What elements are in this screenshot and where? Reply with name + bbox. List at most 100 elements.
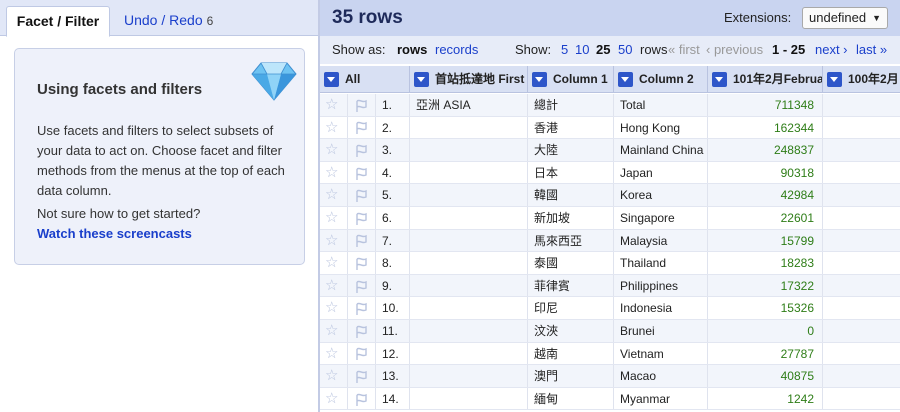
- page-size-10[interactable]: 10: [575, 42, 589, 57]
- cell-column2[interactable]: Hong Kong: [614, 116, 708, 139]
- cell-first[interactable]: [410, 342, 528, 365]
- star-icon[interactable]: ☆: [320, 184, 348, 206]
- cell-feb-2011[interactable]: [823, 139, 900, 161]
- cell-feb-2011[interactable]: [823, 252, 900, 274]
- cell-feb-2011[interactable]: [823, 230, 900, 252]
- cell-first[interactable]: [410, 252, 528, 274]
- cell-column2[interactable]: Vietnam: [614, 342, 708, 365]
- column-menu-icon[interactable]: [414, 72, 429, 88]
- cell-feb-2012[interactable]: 42984: [708, 184, 823, 206]
- cell-column1[interactable]: 汶浹: [528, 320, 614, 342]
- cell-feb-2011[interactable]: [823, 162, 900, 184]
- star-icon[interactable]: ☆: [320, 207, 348, 229]
- flag-icon[interactable]: [348, 161, 376, 184]
- cell-column2[interactable]: Philippines: [614, 274, 708, 297]
- cell-column2[interactable]: Korea: [614, 184, 708, 206]
- page-size-25[interactable]: 25: [596, 42, 610, 57]
- column-menu-icon[interactable]: [618, 72, 633, 88]
- cell-first[interactable]: [410, 116, 528, 139]
- column-header-all[interactable]: All: [320, 66, 410, 93]
- cell-first[interactable]: 亞洲 ASIA: [410, 94, 528, 116]
- flag-icon[interactable]: [348, 184, 376, 206]
- cell-first[interactable]: [410, 139, 528, 161]
- star-icon[interactable]: ☆: [320, 320, 348, 342]
- cell-feb-2012[interactable]: 711348: [708, 94, 823, 116]
- flag-icon[interactable]: [348, 274, 376, 297]
- star-icon[interactable]: ☆: [320, 342, 348, 365]
- cell-feb-2012[interactable]: 1242: [708, 387, 823, 410]
- flag-icon[interactable]: [348, 94, 376, 116]
- star-icon[interactable]: ☆: [320, 252, 348, 274]
- first-page-link[interactable]: « first: [668, 42, 700, 57]
- cell-column1[interactable]: 日本: [528, 161, 614, 184]
- cell-column1[interactable]: 越南: [528, 342, 614, 365]
- cell-feb-2011[interactable]: [823, 184, 900, 206]
- flag-icon[interactable]: [348, 229, 376, 252]
- column-menu-icon[interactable]: [324, 72, 339, 88]
- cell-feb-2011[interactable]: [823, 320, 900, 342]
- page-size-5[interactable]: 5: [561, 42, 568, 57]
- cell-column2[interactable]: Singapore: [614, 207, 708, 229]
- star-icon[interactable]: ☆: [320, 229, 348, 252]
- cell-column1[interactable]: 總計: [528, 94, 614, 116]
- cell-column1[interactable]: 澳門: [528, 365, 614, 387]
- star-icon[interactable]: ☆: [320, 297, 348, 319]
- star-icon[interactable]: ☆: [320, 139, 348, 161]
- star-icon[interactable]: ☆: [320, 365, 348, 387]
- cell-feb-2011[interactable]: [823, 365, 900, 387]
- cell-column2[interactable]: Indonesia: [614, 297, 708, 319]
- cell-column2[interactable]: Brunei: [614, 320, 708, 342]
- cell-column1[interactable]: 菲律賓: [528, 274, 614, 297]
- cell-feb-2012[interactable]: 90318: [708, 161, 823, 184]
- watch-screencasts-link[interactable]: Watch these screencasts: [37, 226, 192, 241]
- cell-feb-2012[interactable]: 40875: [708, 365, 823, 387]
- cell-first[interactable]: [410, 365, 528, 387]
- previous-page-link[interactable]: ‹ previous: [706, 42, 763, 57]
- star-icon[interactable]: ☆: [320, 116, 348, 139]
- cell-first[interactable]: [410, 184, 528, 206]
- column-header-column1[interactable]: Column 1: [528, 66, 614, 93]
- cell-feb-2011[interactable]: [823, 117, 900, 139]
- flag-icon[interactable]: [348, 320, 376, 342]
- cell-feb-2012[interactable]: 27787: [708, 342, 823, 365]
- cell-column1[interactable]: 新加坡: [528, 207, 614, 229]
- cell-column2[interactable]: Thailand: [614, 252, 708, 274]
- flag-icon[interactable]: [348, 365, 376, 387]
- column-menu-icon[interactable]: [827, 72, 842, 88]
- star-icon[interactable]: ☆: [320, 161, 348, 184]
- cell-column2[interactable]: Total: [614, 94, 708, 116]
- extensions-dropdown[interactable]: undefined ▼: [802, 7, 888, 29]
- cell-column2[interactable]: Myanmar: [614, 387, 708, 410]
- column-header-first[interactable]: 首站抵達地 First: [410, 66, 528, 93]
- cell-first[interactable]: [410, 387, 528, 410]
- cell-column1[interactable]: 香港: [528, 116, 614, 139]
- last-page-link[interactable]: last »: [856, 42, 887, 57]
- cell-first[interactable]: [410, 161, 528, 184]
- flag-icon[interactable]: [348, 387, 376, 410]
- cell-first[interactable]: [410, 207, 528, 229]
- column-header-feb-2011[interactable]: 100年2月: [823, 66, 900, 93]
- cell-feb-2012[interactable]: 248837: [708, 139, 823, 161]
- cell-column2[interactable]: Japan: [614, 161, 708, 184]
- mode-records-link[interactable]: records: [435, 42, 478, 57]
- page-size-50[interactable]: 50: [618, 42, 632, 57]
- cell-feb-2012[interactable]: 17322: [708, 274, 823, 297]
- cell-feb-2011[interactable]: [823, 275, 900, 297]
- flag-icon[interactable]: [348, 139, 376, 161]
- cell-column1[interactable]: 緬甸: [528, 387, 614, 410]
- cell-feb-2012[interactable]: 15326: [708, 297, 823, 319]
- cell-feb-2012[interactable]: 15799: [708, 229, 823, 252]
- column-header-feb-2012[interactable]: 101年2月February: [708, 66, 823, 93]
- column-header-column2[interactable]: Column 2: [614, 66, 708, 93]
- cell-feb-2011[interactable]: [823, 343, 900, 365]
- cell-column2[interactable]: Mainland China: [614, 139, 708, 161]
- column-menu-icon[interactable]: [532, 72, 547, 88]
- cell-column1[interactable]: 印尼: [528, 297, 614, 319]
- tab-undo-redo[interactable]: Undo / Redo 6: [116, 6, 221, 36]
- cell-column1[interactable]: 泰國: [528, 252, 614, 274]
- cell-column1[interactable]: 馬來西亞: [528, 229, 614, 252]
- cell-first[interactable]: [410, 229, 528, 252]
- star-icon[interactable]: ☆: [320, 387, 348, 410]
- flag-icon[interactable]: [348, 252, 376, 274]
- cell-column1[interactable]: 韓國: [528, 184, 614, 206]
